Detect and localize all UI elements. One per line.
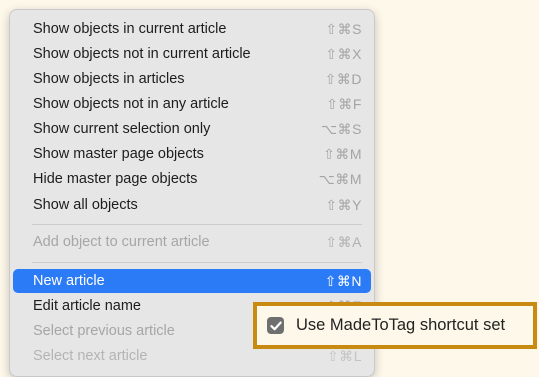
menu-item-show-objects-not-in-current-article[interactable]: Show objects not in current article ⇧⌘X xyxy=(10,42,374,66)
menu-item-label: Edit article name xyxy=(33,298,141,314)
menu-item-label: Show objects in articles xyxy=(33,71,185,87)
menu-item-shortcut: ⇧⌘N xyxy=(324,272,362,289)
menu-item-label: Show objects in current article xyxy=(33,21,227,37)
menu-separator xyxy=(32,262,362,263)
menu-item-shortcut: ⇧⌘A xyxy=(325,233,362,250)
menu-item-label: Select next article xyxy=(33,348,148,364)
shortcut-set-label: Use MadeToTag shortcut set xyxy=(296,316,506,334)
menu-item-label: Show objects not in current article xyxy=(33,46,251,62)
menu-item-shortcut: ⌥⌘S xyxy=(321,120,362,137)
menu-item-show-current-selection-only[interactable]: Show current selection only ⌥⌘S xyxy=(10,117,374,141)
menu-item-add-object-to-current-article[interactable]: Add object to current article ⇧⌘A xyxy=(10,230,374,254)
menu-item-label: Hide master page objects xyxy=(33,171,198,187)
menu-item-show-objects-in-current-article[interactable]: Show objects in current article ⇧⌘S xyxy=(10,17,374,41)
menu-item-show-all-objects[interactable]: Show all objects ⇧⌘Y xyxy=(10,193,374,217)
menu-item-shortcut: ⇧⌘M xyxy=(323,145,362,162)
checkmark-icon xyxy=(269,321,282,330)
menu-item-shortcut: ⇧⌘Y xyxy=(325,196,362,213)
menu-item-show-objects-not-in-any-article[interactable]: Show objects not in any article ⇧⌘F xyxy=(10,92,374,116)
menu-item-new-article[interactable]: New article ⇧⌘N xyxy=(13,269,371,293)
menu-separator xyxy=(32,224,362,225)
menu-item-label: Show all objects xyxy=(33,197,138,213)
menu-item-shortcut: ⌥⌘M xyxy=(318,170,362,187)
menu-item-show-master-page-objects[interactable]: Show master page objects ⇧⌘M xyxy=(10,142,374,166)
menu-item-label: Show master page objects xyxy=(33,146,204,162)
menu-item-shortcut: ⇧⌘L xyxy=(326,347,362,364)
shortcut-set-checkbox[interactable] xyxy=(267,317,284,334)
menu-item-label: New article xyxy=(33,273,105,289)
menu-item-hide-master-page-objects[interactable]: Hide master page objects ⌥⌘M xyxy=(10,167,374,191)
menu-item-label: Show objects not in any article xyxy=(33,96,229,112)
menu-item-label: Show current selection only xyxy=(33,121,211,137)
menu-item-shortcut: ⇧⌘F xyxy=(326,95,362,112)
menu-item-shortcut: ⇧⌘S xyxy=(325,20,362,37)
menu-item-shortcut: ⇧⌘D xyxy=(324,70,362,87)
menu-item-shortcut: ⇧⌘X xyxy=(325,45,362,62)
menu-item-label: Select previous article xyxy=(33,323,175,339)
menu-item-show-objects-in-articles[interactable]: Show objects in articles ⇧⌘D xyxy=(10,67,374,91)
menu-item-label: Add object to current article xyxy=(33,234,210,250)
shortcut-set-option-panel: Use MadeToTag shortcut set xyxy=(253,302,537,349)
